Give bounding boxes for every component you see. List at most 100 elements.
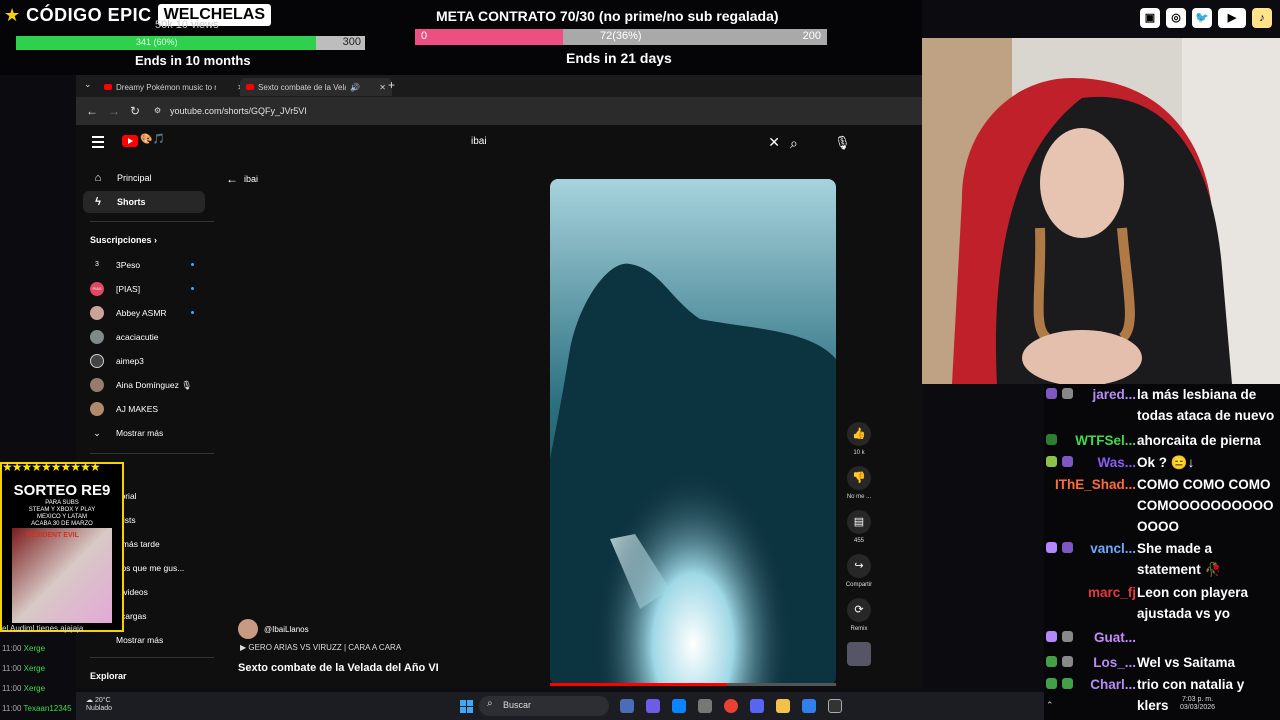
show-more-button-2[interactable]: Mostrar más [116,631,226,649]
mic-icon[interactable]: 🎙 [834,135,851,151]
like-button[interactable]: 👍 10 k [844,422,874,456]
chat-username[interactable]: Los_... [1093,652,1136,673]
divider [90,453,214,454]
close-icon[interactable]: ✕ [379,83,386,92]
youtube-favicon-icon [104,84,112,90]
chat-username[interactable]: IThE_Shad... [1055,474,1136,495]
weather-widget[interactable]: ☁ 20°C Nublado [86,697,112,713]
windows-start-icon[interactable] [460,700,473,713]
chat-text: COMO COMO COMO COMOOOOOOOOOO OOOO [1137,477,1274,534]
chat-username[interactable]: Guat... [1094,627,1136,648]
chat-username[interactable]: vancl... [1090,538,1136,559]
video-progress-bar[interactable] [550,683,836,686]
reload-icon[interactable]: ↻ [130,104,140,118]
sidebar-sub-acaciacutie[interactable]: acaciacutie [90,328,200,346]
webcam-image [922,38,1280,384]
remix-icon: ⟳ [847,598,871,622]
obs-icon[interactable] [828,699,842,713]
comments-button[interactable]: ▤ 455 [844,510,874,544]
chrome-icon[interactable] [724,699,738,713]
sidebar-item-watch-later[interactable]: er más tarde [112,535,222,553]
subscriptions-heading[interactable]: Suscripciones › [90,235,157,245]
sidebar-sub-pias[interactable]: PIAS [PIAS] [90,280,200,298]
task-view-icon[interactable] [620,699,634,713]
teams-icon[interactable] [646,699,660,713]
forward-arrow-icon[interactable]: → [108,104,120,118]
chat-text: Ok ? 😑↓ [1137,455,1195,470]
sidebar-sub-aimep3[interactable]: aimep3 [90,352,200,370]
sidebar-item-principal[interactable]: ⌂ Principal [83,167,205,189]
star-icon: ★ [4,4,21,25]
twitch-icon: ▣ [1140,8,1160,28]
like-icon: 👍 [847,422,871,446]
goal-1-ends: Ends in 10 months [135,53,251,68]
back-arrow-icon[interactable]: ← [86,104,98,118]
sidebar-sub-aj-makes[interactable]: AJ MAKES [90,400,200,418]
browser-window: ⌄ Dreamy Pokémon music to rest ✕ Sexto c… [76,75,922,688]
discord-icon[interactable] [750,699,764,713]
share-icon: ↪ [847,554,871,578]
clear-search-icon[interactable]: ✕ [768,134,780,151]
chat-badge-icon [1046,456,1057,467]
chat-username[interactable]: Charl... [1090,674,1136,695]
photos-icon[interactable] [802,699,816,713]
show-more-button[interactable]: ⌄ Mostrar más [90,424,200,442]
remix-button[interactable]: ⟳ Remix [844,598,874,632]
search-value: ibai [471,136,487,147]
tab-dreamy-pokemon[interactable]: Dreamy Pokémon music to rest ✕ [98,78,250,96]
sidebar-item-playlists[interactable]: aylists [112,511,222,529]
site-info-icon[interactable]: ⚙ [154,106,161,115]
sound-thumbnail[interactable] [844,642,874,666]
short-video-player[interactable] [550,179,836,685]
youtube-logo-icon[interactable] [122,135,138,147]
avatar [90,378,104,392]
settings-icon[interactable] [698,699,712,713]
taskbar-clock[interactable]: 7:03 p. m. 03/03/2026 [1180,696,1215,712]
avatar [90,402,104,416]
sidebar-item-historial[interactable]: istorial [112,487,222,505]
search-input[interactable]: ibai ✕ [462,131,792,155]
raffle-game-title: RESIDENT EVIL [26,532,79,539]
chat-username[interactable]: WTFSel... [1075,430,1136,451]
related-playlist-link[interactable]: ▶ GERO ARIAS VS VIRUZZ | CARA A CARA [240,643,401,652]
copilot-icon[interactable] [672,699,686,713]
mini-chat-line: 11:00 Xerge [2,684,46,693]
chat-badge-icon [1062,656,1073,667]
sidebar-item-your-videos[interactable]: us videos [112,583,222,601]
sidebar-item-liked-videos[interactable]: deos que me gus... [112,559,222,577]
tab-list-icon[interactable]: ⌄ [84,79,92,90]
search-icon[interactable]: ⌕ [790,135,798,152]
sidebar-sub-abbey-asmr[interactable]: Abbey ASMR [90,304,200,322]
file-explorer-icon[interactable] [776,699,790,713]
goal-bar-1: 341 (60%) 300 [16,36,365,50]
instagram-icon: ◎ [1166,8,1186,28]
url-field[interactable]: youtube.com/shorts/GQFy_JVr5VI [170,106,307,116]
sidebar-item-downloads[interactable]: escargas [112,607,222,625]
taskbar-search[interactable]: ⌕ Buscar [479,696,609,716]
mini-chat-line: 11:00 Xerge [2,644,46,653]
mini-chat-line: 11:00 Texaan12345 [2,704,72,713]
chat-badge-icon [1046,631,1057,642]
live-dot [191,311,194,314]
menu-icon[interactable] [92,136,104,151]
share-button[interactable]: ↪ Compartir [844,554,874,588]
chat-username[interactable]: marc_fj [1088,582,1136,603]
tab-sexto-combate[interactable]: Sexto combate de la Velada 🔊 ✕ [240,78,392,96]
dislike-button[interactable]: 👎 No me ... [844,466,874,500]
sidebar-sub-aina-dominguez[interactable]: Aina Domínguez 🎙 [90,376,200,394]
chat-username[interactable]: Was... [1097,452,1136,473]
sub-name: AJ MAKES [116,404,159,414]
sub-name: 3Peso [116,260,141,270]
remix-label: Remix [850,626,868,632]
tray-chevron-icon[interactable]: ⌃ [1046,700,1056,710]
arrow-left-icon: ← [226,172,238,186]
sidebar-sub-3peso[interactable]: 3 3Peso [90,256,200,274]
stream-chat: jared... la más lesbiana de todas ataca d… [1044,384,1280,720]
chat-username[interactable]: jared... [1092,384,1136,405]
new-tab-button[interactable]: + [388,78,395,92]
share-label: Compartir [845,582,873,588]
sidebar-item-shorts[interactable]: ϟ Shorts [83,191,205,213]
back-to-search-link[interactable]: ← ibai [226,172,258,186]
audio-icon[interactable]: 🔊 [350,83,360,92]
channel-info[interactable]: @IbaiLlanos [238,619,309,639]
